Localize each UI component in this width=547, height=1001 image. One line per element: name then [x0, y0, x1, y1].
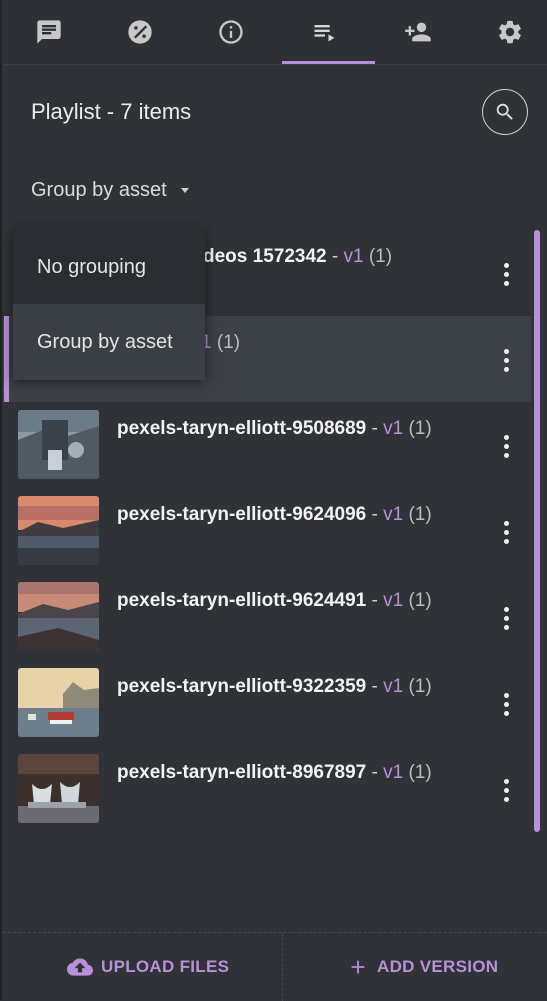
item-title: pexels-taryn-elliott-8967897 - v1 (1)	[117, 762, 432, 783]
item-count: (1)	[211, 332, 241, 353]
cloud-upload-icon	[67, 958, 93, 976]
info-icon	[218, 20, 243, 44]
percent-badge-icon	[127, 20, 152, 44]
more-options-icon[interactable]	[496, 426, 516, 466]
item-title: pexels-taryn-elliott-9624491 - v1 (1)	[117, 590, 432, 611]
thumbnail	[18, 582, 99, 651]
item-version: v1	[383, 418, 404, 439]
item-count: (1)	[403, 418, 432, 439]
item-count: (1)	[363, 246, 393, 267]
page-title: Playlist - 7 items	[31, 99, 192, 124]
menu-item-group-by-asset[interactable]: Group by asset	[13, 304, 205, 380]
tab-playlist[interactable]	[279, 0, 370, 64]
item-title: pexels-taryn-elliott-9322359 - v1 (1)	[117, 676, 432, 697]
add-version-button[interactable]: ADD VERSION	[347, 933, 498, 1001]
caret-down-icon	[180, 188, 189, 193]
left-border	[0, 0, 2, 1000]
item-count: (1)	[403, 676, 432, 697]
item-name: pexels-taryn-elliott-8967897	[117, 762, 367, 783]
playlist-icon	[314, 25, 334, 42]
group-by-select[interactable]: Group by asset	[31, 179, 189, 202]
item-version: v1	[383, 676, 404, 697]
more-options-icon[interactable]	[496, 340, 516, 380]
item-count: (1)	[403, 762, 432, 783]
upload-files-label: UPLOAD FILES	[101, 957, 230, 976]
selected-indicator	[4, 316, 9, 402]
tab-settings[interactable]	[464, 0, 547, 64]
more-options-icon[interactable]	[496, 770, 516, 810]
playlist-item[interactable]: pexels-taryn-elliott-9624096 - v1 (1)	[3, 488, 531, 574]
item-name: deos 1572342	[203, 246, 327, 267]
item-name: pexels-taryn-elliott-9624096	[117, 504, 367, 525]
more-options-icon[interactable]	[496, 512, 516, 552]
scrollbar[interactable]	[534, 230, 540, 832]
item-name: pexels-taryn-elliott-9624491	[117, 590, 367, 611]
group-by-label: Group by asset	[31, 179, 167, 201]
item-count: (1)	[403, 504, 432, 525]
more-options-icon[interactable]	[496, 598, 516, 638]
tab-share[interactable]	[372, 0, 463, 64]
item-title: 1 (1)	[201, 332, 240, 354]
group-by-menu: No grouping Group by asset	[13, 226, 205, 380]
footer-bar: UPLOAD FILES ADD VERSION	[3, 932, 547, 1001]
add-version-label: ADD VERSION	[377, 957, 499, 976]
thumbnail	[18, 496, 99, 565]
footer-divider	[282, 933, 283, 1001]
playlist-item[interactable]: pexels-taryn-elliott-9624491 - v1 (1)	[3, 574, 531, 660]
item-name: pexels-taryn-elliott-9322359	[117, 676, 367, 697]
tab-info[interactable]	[185, 0, 276, 64]
thumbnail	[18, 754, 99, 823]
tab-approval[interactable]	[94, 0, 185, 64]
comment-icon	[36, 20, 61, 44]
add-people-icon	[404, 22, 431, 42]
item-version: v1	[343, 246, 364, 267]
tab-comments[interactable]	[3, 0, 94, 64]
item-title: deos 1572342 - v1 (1)	[203, 246, 393, 267]
more-options-icon[interactable]	[496, 254, 516, 294]
item-version: v1	[383, 504, 404, 525]
more-options-icon[interactable]	[496, 684, 516, 724]
item-version: v1	[383, 762, 404, 783]
search-icon	[496, 103, 513, 120]
item-title: pexels-taryn-elliott-9624096 - v1 (1)	[117, 504, 432, 525]
item-count: (1)	[403, 590, 432, 611]
search-button[interactable]	[482, 89, 528, 135]
thumbnail	[18, 668, 99, 737]
menu-item-no-grouping[interactable]: No grouping	[13, 229, 205, 305]
plus-icon	[351, 960, 365, 974]
tab-bar	[3, 0, 547, 65]
item-version: v1	[383, 590, 404, 611]
settings-icon	[498, 20, 521, 44]
playlist-item[interactable]: pexels-taryn-elliott-9508689 - v1 (1)	[3, 402, 531, 488]
upload-files-button[interactable]: UPLOAD FILES	[67, 933, 229, 1001]
playlist-item[interactable]: pexels-taryn-elliott-9322359 - v1 (1)	[3, 660, 531, 746]
item-name: pexels-taryn-elliott-9508689	[117, 418, 367, 439]
thumbnail	[18, 410, 99, 479]
playlist-item[interactable]: pexels-taryn-elliott-8967897 - v1 (1)	[3, 746, 531, 832]
item-title: pexels-taryn-elliott-9508689 - v1 (1)	[117, 418, 432, 439]
active-tab-indicator	[282, 61, 375, 64]
